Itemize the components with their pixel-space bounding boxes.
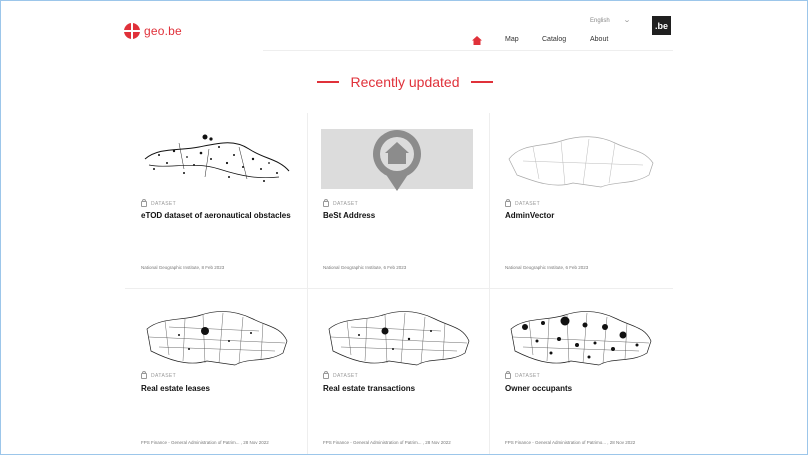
region-map-dots-thumbnail	[510, 311, 652, 366]
dataset-type-label: DATASET	[333, 373, 359, 379]
dataset-type-label: DATASET	[151, 201, 177, 207]
lock-icon	[505, 371, 511, 379]
dataset-meta: FPS Finance - General Administration of …	[323, 440, 451, 445]
dataset-title[interactable]: Owner occupants	[505, 384, 655, 394]
dataset-grid: DATASET eTOD dataset of aeronautical obs…	[125, 113, 673, 454]
dataset-meta: FPS Finance - General Administration of …	[141, 440, 269, 445]
dataset-type-label: DATASET	[515, 201, 541, 207]
dataset-title[interactable]: eTOD dataset of aeronautical obstacles	[141, 211, 291, 221]
dataset-card[interactable]: DATASET Owner occupants FPS Finance - Ge…	[489, 289, 671, 454]
dataset-title[interactable]: AdminVector	[505, 211, 655, 221]
scatter-map-thumbnail	[144, 134, 290, 182]
nav-catalog[interactable]: Catalog	[542, 36, 566, 43]
dataset-type: DATASET	[141, 199, 177, 207]
dataset-meta: FPS Finance - General Administration of …	[505, 440, 636, 445]
nav-about[interactable]: About	[590, 36, 608, 43]
dataset-type-label: DATASET	[151, 373, 177, 379]
dataset-type: DATASET	[141, 371, 177, 379]
nav-map[interactable]: Map	[505, 36, 519, 43]
lock-icon	[505, 199, 511, 207]
nav-home[interactable]	[472, 36, 482, 50]
be-badge[interactable]: .be	[652, 16, 671, 35]
dataset-type-label: DATASET	[515, 373, 541, 379]
lock-icon	[323, 371, 329, 379]
dataset-meta: National Geographic Institute, 8 Feb 202…	[141, 265, 225, 270]
dataset-card[interactable]: DATASET BeSt Address National Geographic…	[307, 113, 489, 287]
section-heading: Recently updated	[1, 73, 807, 91]
dataset-card[interactable]: DATASET Real estate transactions FPS Fin…	[307, 289, 489, 454]
dataset-title[interactable]: BeSt Address	[323, 211, 473, 221]
dataset-card[interactable]: DATASET AdminVector National Geographic …	[489, 113, 671, 287]
dataset-card[interactable]: DATASET eTOD dataset of aeronautical obs…	[125, 113, 307, 287]
home-icon	[472, 36, 482, 45]
dataset-title[interactable]: Real estate leases	[141, 384, 291, 394]
dataset-type-label: DATASET	[333, 201, 359, 207]
lock-icon	[141, 371, 147, 379]
heading-dash-left	[317, 81, 340, 83]
language-select[interactable]: English	[590, 18, 610, 24]
lock-icon	[323, 199, 329, 207]
region-map-thumbnail	[328, 311, 470, 366]
dataset-card[interactable]: DATASET Real estate leases FPS Finance -…	[125, 289, 307, 454]
site-logo[interactable]: geo.be	[124, 23, 182, 39]
outline-map-thumbnail	[508, 136, 654, 188]
heading-dash-right	[470, 81, 493, 83]
dataset-type: DATASET	[323, 371, 359, 379]
logo-icon	[124, 23, 140, 39]
nav-divider	[263, 50, 673, 51]
home-pin-thumbnail	[321, 129, 473, 191]
browser-frame: geo.be English ⌄ .be Map Catalog About R…	[0, 0, 808, 455]
dataset-meta: National Geographic Institute, 6 Feb 202…	[505, 265, 589, 270]
dataset-type: DATASET	[505, 371, 541, 379]
lock-icon	[141, 199, 147, 207]
section-title: Recently updated	[350, 73, 460, 90]
chevron-down-icon[interactable]: ⌄	[623, 16, 631, 24]
region-map-thumbnail	[146, 311, 288, 366]
dataset-type: DATASET	[323, 199, 359, 207]
logo-text: geo.be	[144, 24, 182, 38]
dataset-type: DATASET	[505, 199, 541, 207]
dataset-title[interactable]: Real estate transactions	[323, 384, 473, 394]
dataset-meta: National Geographic Institute, 6 Feb 202…	[323, 265, 407, 270]
